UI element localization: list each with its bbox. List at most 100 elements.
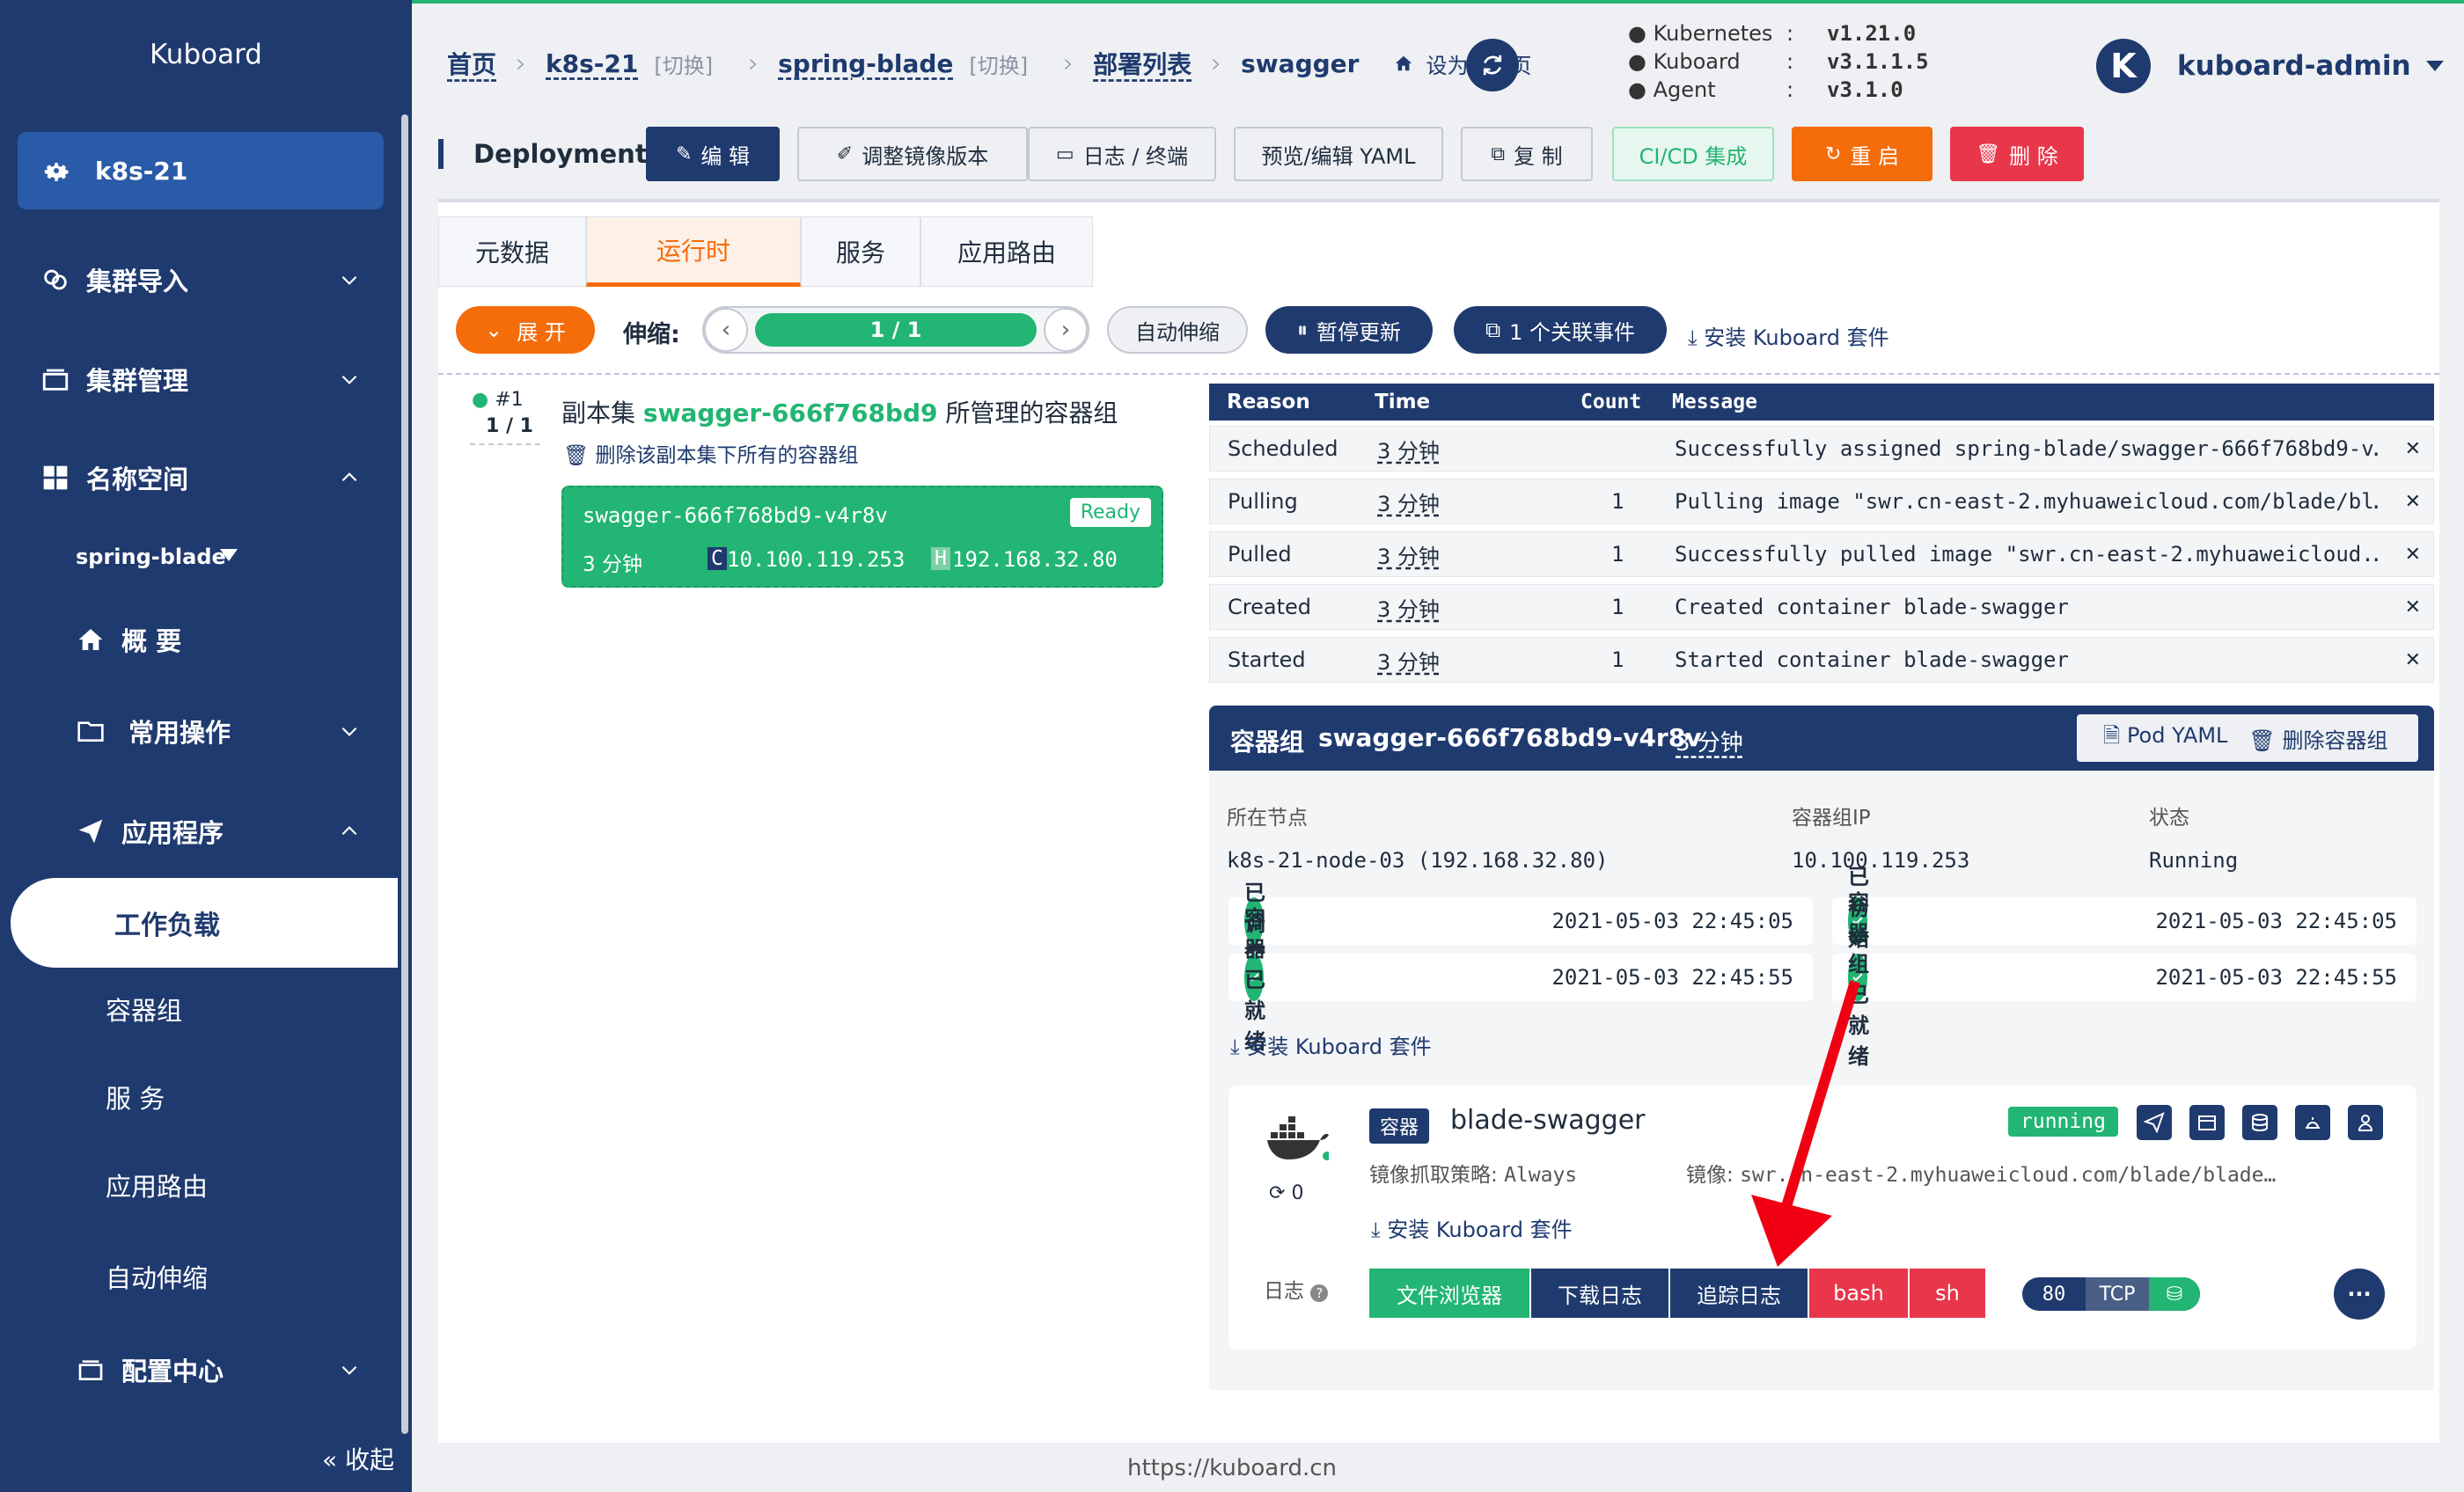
more-actions-button[interactable]: ··· [2334,1269,2385,1320]
condition-time: 2021-05-03 22:45:55 [2155,965,2397,990]
pod-card[interactable]: swagger-666f768bd9-v4r8v Ready 3 分钟 C 10… [561,486,1163,588]
send-action-button[interactable] [2137,1105,2172,1140]
copy-label: 复 制 [1514,143,1563,169]
send-icon [2144,1112,2165,1133]
sidebar-item-cluster-import[interactable]: 集群导入 [0,249,396,311]
sidebar-item-services[interactable]: 服 务 [0,1066,396,1128]
yaml-button[interactable]: 预览/编辑 YAML [1234,127,1443,181]
sidebar-item-common-ops[interactable]: 常用操作 [0,700,396,762]
follow-log-button[interactable]: 追踪日志 [1670,1269,1808,1318]
delete-pod-button[interactable]: 🗑 删除容器组 [2248,723,2387,754]
link-icon [39,263,72,296]
sidebar-item-workloads[interactable]: 工作负载 [11,878,398,968]
sidebar-item-namespace[interactable]: 名称空间 [0,447,396,508]
replicaset-prefix: 副本集 [561,399,636,428]
tab-ingress[interactable]: 应用路由 [920,216,1093,287]
tab-services[interactable]: 服务 [801,216,920,287]
restart-button[interactable]: ↻ 重 启 [1792,127,1932,181]
top-accent-bar [412,0,2464,4]
version-key: Kubernetes [1653,21,1773,46]
adjust-image-button[interactable]: ✐ 调整镜像版本 [797,127,1028,181]
container-name: blade-swagger [1450,1105,1646,1136]
pod-age: 3 分钟 [583,553,642,576]
home-icon [74,623,107,656]
sidebar-scrollbar[interactable] [401,114,408,1434]
download-log-button[interactable]: 下载日志 [1531,1269,1668,1318]
cluster-selector[interactable]: k8s-21 [18,132,384,209]
install-kuboard-link[interactable]: ⤓ 安装 Kuboard 套件 [1371,1212,1573,1243]
yaml-label: 预览/编辑 YAML [1261,143,1416,169]
probe-action-button[interactable] [2295,1105,2330,1140]
sidebar-item-overview[interactable]: 概 要 [0,609,396,670]
autoscale-button[interactable]: 自动伸缩 [1107,306,1248,354]
scale-label: 伸缩: [623,321,680,348]
replica-progress: 1 / 1 [755,313,1037,347]
logs-terminal-button[interactable]: ▭ 日志 / 终端 [1028,127,1216,181]
event-reason: Pulling [1228,489,1298,514]
install-kuboard-link[interactable]: ⤓ 安装 Kuboard 套件 [1230,1029,1432,1060]
container-tag: 容器 [1369,1108,1430,1144]
scale-decrease-button[interactable]: ‹ [704,308,748,352]
chevron-down-icon [341,275,357,285]
sidebar-item-label: 配置中心 [121,1357,224,1386]
sidebar-item-label: 容器组 [106,996,183,1026]
condition-time: 2021-05-03 22:45:05 [2155,909,2397,933]
switch-namespace-link[interactable]: [切换] [969,48,1028,79]
storage-action-button[interactable] [2242,1105,2277,1140]
sidebar-item-cluster-manage[interactable]: 集群管理 [0,348,396,410]
events-button[interactable]: ⧉ 1 个关联事件 [1454,306,1667,354]
breadcrumb-namespace[interactable]: spring-blade [778,49,953,78]
sidebar-item-apps[interactable]: 应用程序 [0,801,396,862]
close-icon[interactable]: ✕ [2405,427,2421,471]
close-icon[interactable]: ✕ [2405,585,2421,629]
sidebar-item-ingress[interactable]: 应用路由 [0,1154,396,1216]
scale-increase-button[interactable]: › [1044,308,1088,352]
close-icon[interactable]: ✕ [2405,638,2421,682]
install-kuboard-link[interactable]: ⤓ 安装 Kuboard 套件 [1688,320,1889,351]
expand-button[interactable]: ⌄ 展 开 [456,306,595,354]
window-action-button[interactable] [2189,1105,2225,1140]
edit-button[interactable]: ✎ 编 辑 [646,127,780,181]
docker-icon [1267,1116,1329,1160]
file-browser-button[interactable]: 文件浏览器 [1369,1269,1529,1318]
events-label: 1 个关联事件 [1509,319,1636,345]
security-action-button[interactable] [2348,1105,2383,1140]
breadcrumb-home[interactable]: 首页 [447,46,496,81]
delete-replicaset-pods-link[interactable]: 🗑 删除该副本集下所有的容器组 [563,438,859,468]
user-menu[interactable]: K kuboard-admin [2096,39,2445,93]
sidebar-item-config[interactable]: 配置中心 [0,1339,396,1401]
pod-yaml-button[interactable]: 🗎 Pod YAML [2103,720,2227,757]
breadcrumb-deploy-list[interactable]: 部署列表 [1093,46,1192,81]
gear-icon [44,163,69,181]
cicd-button[interactable]: CI/CD 集成 [1612,127,1774,181]
copy-button[interactable]: ⧉ 复 制 [1461,127,1593,181]
close-icon[interactable]: ✕ [2405,479,2421,523]
tab-metadata[interactable]: 元数据 [438,216,586,287]
resource-kind: Deployment [438,139,648,169]
log-label: 日志 ? [1264,1274,1329,1304]
network-icon: ⛁ [2149,1277,2200,1311]
pod-detail-name: swagger-666f768bd9-v4r8v [1318,723,1702,752]
events-table-header: Reason Time Count Message [1209,384,2434,421]
sidebar-item-autoscale[interactable]: 自动伸缩 [0,1246,396,1307]
delete-button[interactable]: 🗑 删 除 [1950,127,2084,181]
event-reason: Scheduled [1228,436,1338,461]
bash-button[interactable]: bash [1809,1269,1908,1318]
pause-update-button[interactable]: ⏸ 暂停更新 [1265,306,1433,354]
tab-runtime[interactable]: 运行时 [586,216,801,287]
sidebar-item-label: 应用程序 [121,818,224,848]
refresh-button[interactable] [1466,39,1519,91]
breadcrumb-cluster[interactable]: k8s-21 [546,49,638,78]
sidebar-item-pods[interactable]: 容器组 [0,978,396,1040]
namespace-selector[interactable]: spring-blade [0,526,396,588]
sidebar-item-label: 应用路由 [106,1172,209,1202]
switch-cluster-link[interactable]: [切换] [654,48,713,79]
pod-detail-age: 3 分钟 [1676,730,1743,757]
replicaset-name[interactable]: swagger-666f768bd9 [643,399,938,428]
pull-policy: 镜像抓取策略: Always [1369,1158,1577,1188]
restart-icon: ⟳ [1269,1182,1286,1204]
port-badge: 80 TCP ⛁ [2022,1277,2200,1311]
close-icon[interactable]: ✕ [2405,532,2421,576]
sh-button[interactable]: sh [1910,1269,1985,1318]
pod-detail-header: 容器组 swagger-666f768bd9-v4r8v 3 分钟 🗎 Pod … [1209,706,2434,771]
